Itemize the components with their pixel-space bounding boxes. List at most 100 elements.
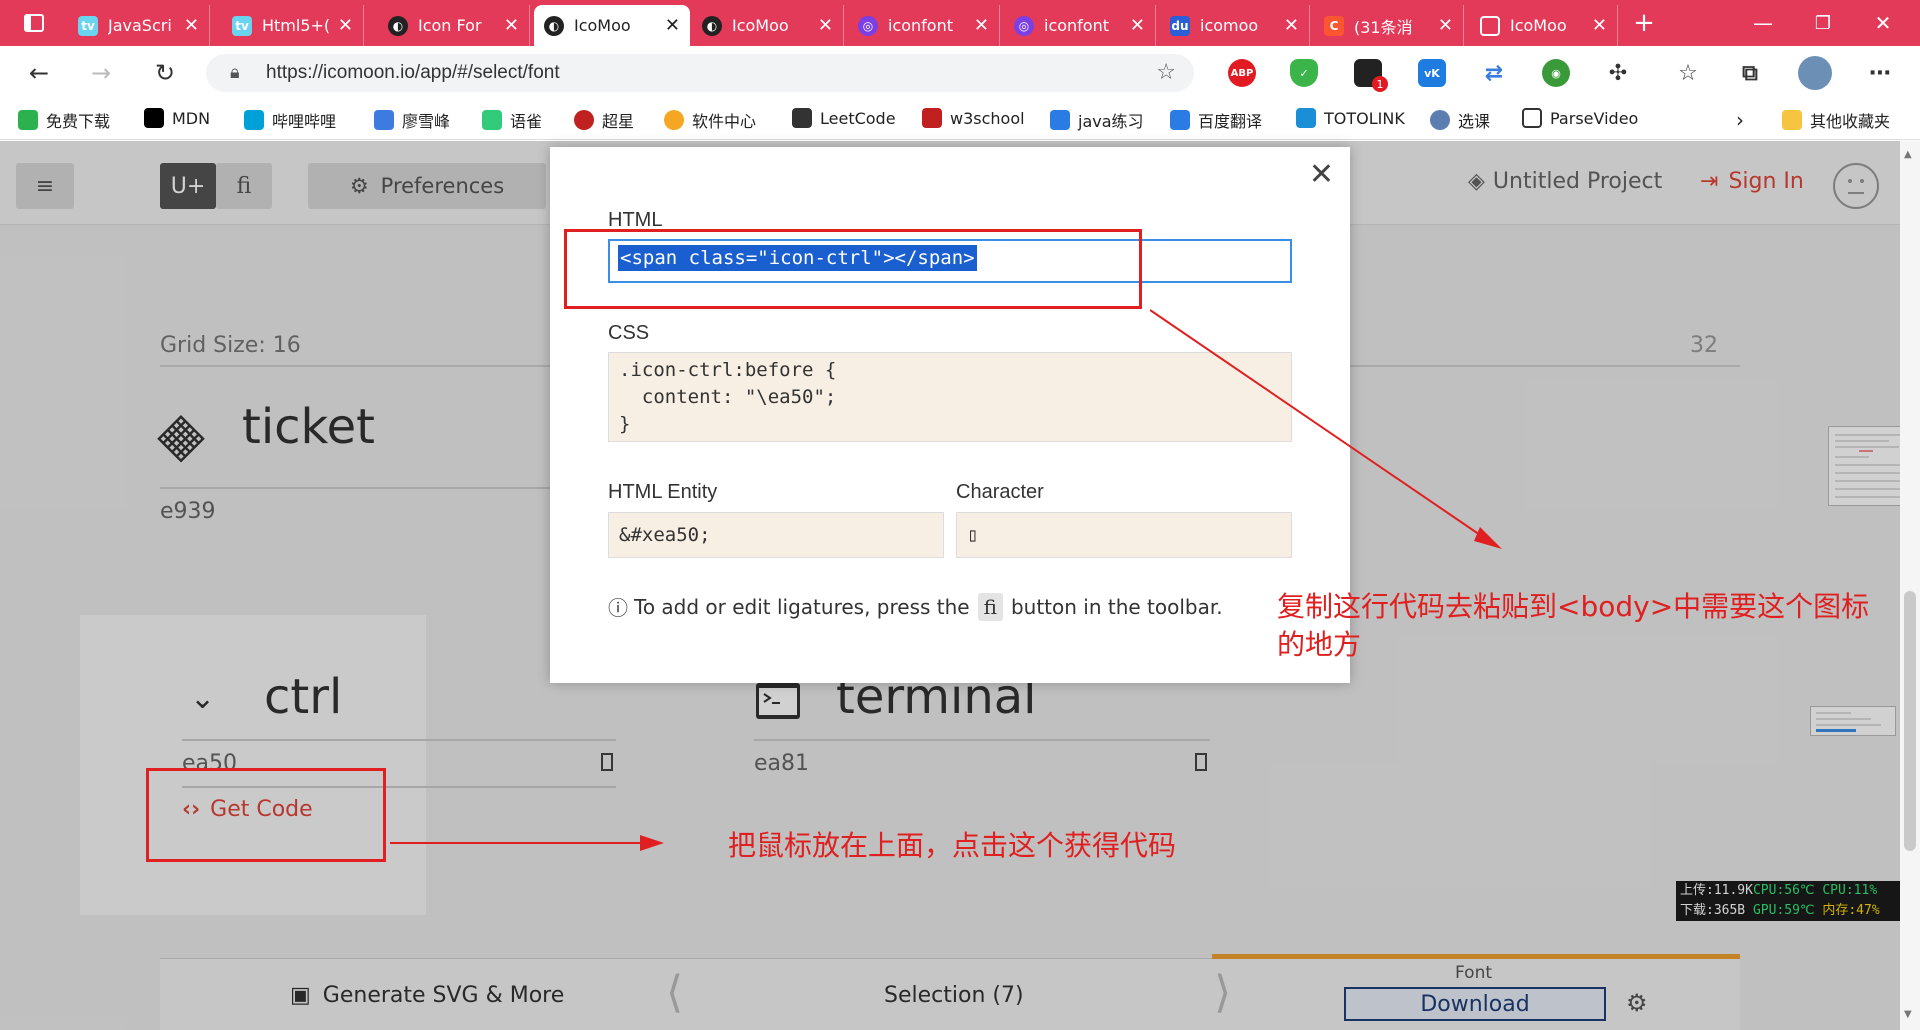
forward-icon[interactable]: → [84, 56, 118, 90]
reload-icon[interactable]: ↻ [148, 56, 182, 90]
close-tab-icon[interactable]: ✕ [1592, 15, 1607, 36]
ligature-key-icon: ﬁ [977, 592, 1003, 621]
tab-7[interactable]: du icomoo ✕ [1160, 5, 1310, 46]
page-icon [1522, 108, 1542, 128]
bookmark-icon [574, 110, 594, 130]
scrollbar-thumb[interactable] [1904, 591, 1916, 851]
close-tab-icon[interactable]: ✕ [1130, 15, 1145, 36]
ligature-hint-text: To add or edit ligatures, press the [634, 594, 970, 619]
new-tab-button[interactable]: + [1622, 0, 1666, 46]
bookmark-icon [144, 108, 164, 128]
tab-9[interactable]: IcoMoo ✕ [1470, 5, 1618, 46]
sync-extension-icon[interactable]: ⇄ [1480, 59, 1508, 87]
bookmark-9[interactable]: java练习 [1050, 108, 1144, 132]
page-scrollbar[interactable]: ▲ ▼ [1900, 141, 1920, 1030]
browser-tab-strip: tv JavaScri ✕ tv Html5+( ✕ ◐ Icon For ✕ … [0, 0, 1920, 46]
tab-title: icomoo [1200, 16, 1259, 35]
url-field[interactable]: 🔒︎ https://icomoon.io/app/#/select/font … [206, 54, 1194, 92]
lock-icon: 🔒︎ [230, 62, 240, 83]
bookmark-label: ParseVideo [1550, 108, 1639, 128]
collections-icon[interactable]: ⧉ [1736, 59, 1764, 87]
close-tab-icon[interactable]: ✕ [504, 15, 519, 36]
tab-title: IcoMoo [1510, 16, 1567, 35]
close-tab-icon[interactable]: ✕ [184, 15, 199, 36]
tab-1[interactable]: tv Html5+( ✕ [222, 5, 364, 46]
baidu-icon: du [1170, 15, 1190, 36]
tab-title: IcoMoo [574, 16, 631, 35]
csdn-icon: C [1324, 15, 1344, 36]
icomoon-icon: ◐ [544, 15, 564, 36]
annotation-hover-note: 把鼠标放在上面，点击这个获得代码 [728, 829, 1177, 862]
other-bookmarks[interactable]: 其他收藏夹 [1782, 108, 1890, 132]
tab-title: JavaScri [108, 16, 172, 35]
tab-6[interactable]: ◎ iconfont ✕ [1004, 5, 1156, 46]
bookmark-icon [792, 108, 812, 128]
adblock-icon[interactable]: ABP [1228, 59, 1256, 87]
bookmark-icon [244, 110, 264, 130]
bilibili-icon: tv [78, 15, 98, 36]
annotation-box-html-field [564, 229, 1142, 309]
bookmark-8[interactable]: w3school [922, 108, 1025, 128]
bookmarks-overflow-icon[interactable]: › [1736, 108, 1744, 132]
info-icon: ⓘ [608, 596, 628, 620]
bookmark-11[interactable]: TOTOLINK [1296, 108, 1405, 128]
tab-8[interactable]: C (31条消 ✕ [1314, 5, 1464, 46]
window-close-icon[interactable]: ✕ [1856, 0, 1910, 46]
bookmark-7[interactable]: LeetCode [792, 108, 896, 128]
bookmark-label: 免费下载 [46, 112, 111, 131]
bookmark-label: 百度翻译 [1198, 112, 1263, 131]
bookmark-0[interactable]: 免费下载 [18, 108, 110, 132]
bookmark-3[interactable]: 廖雪峰 [374, 108, 450, 132]
bookmark-label: LeetCode [820, 108, 896, 128]
ligature-hint: ⓘ To add or edit ligatures, press the ﬁ … [608, 592, 1223, 621]
bookmark-1[interactable]: MDN [144, 108, 210, 128]
close-tab-icon[interactable]: ✕ [1284, 15, 1299, 36]
address-bar: ← → ↻ 🔒︎ https://icomoon.io/app/#/select… [0, 46, 1920, 100]
html-entity-field[interactable]: &#xea50; [608, 512, 944, 558]
close-tab-icon[interactable]: ✕ [974, 15, 989, 36]
tab-0[interactable]: tv JavaScri ✕ [68, 5, 210, 46]
iconfont-icon: ◎ [1014, 15, 1034, 36]
bookmark-2[interactable]: 哔哩哔哩 [244, 108, 336, 132]
globe-extension-icon[interactable]: ◉ [1542, 59, 1570, 87]
tab-3-active[interactable]: ◐ IcoMoo ✕ [534, 5, 690, 46]
scroll-up-icon[interactable]: ▲ [1904, 149, 1912, 160]
more-menu-icon[interactable]: ⋯ [1866, 59, 1894, 87]
tab-2[interactable]: ◐ Icon For ✕ [378, 5, 530, 46]
tab-title: iconfont [888, 16, 954, 35]
shield-extension-icon[interactable]: ✓ [1290, 59, 1318, 87]
restore-icon[interactable]: ❐ [1796, 0, 1850, 46]
vk-extension-icon[interactable]: vK [1418, 59, 1446, 87]
bookmark-12[interactable]: 选课 [1430, 108, 1490, 132]
close-tab-icon[interactable]: ✕ [338, 15, 353, 36]
url-text: https://icomoon.io/app/#/select/font [266, 62, 560, 83]
bookmark-label: 语雀 [510, 112, 543, 131]
favorite-star-icon[interactable]: ☆ [1156, 60, 1176, 85]
bookmark-icon [922, 108, 942, 128]
close-tab-icon[interactable]: ✕ [818, 15, 833, 36]
scroll-down-icon[interactable]: ▼ [1904, 1009, 1912, 1020]
bookmark-icon [1430, 110, 1450, 130]
tab-5[interactable]: ◎ iconfont ✕ [848, 5, 1000, 46]
close-tab-icon[interactable]: ✕ [1438, 15, 1453, 36]
bookmark-13[interactable]: ParseVideo [1522, 108, 1638, 128]
tab-title: IcoMoo [732, 16, 789, 35]
minimize-icon[interactable]: — [1736, 0, 1790, 46]
bookmark-5[interactable]: 超星 [574, 108, 634, 132]
page-icon [1480, 15, 1500, 36]
profile-avatar[interactable] [1798, 56, 1832, 90]
close-tab-icon[interactable]: ✕ [665, 15, 680, 36]
puzzle-icon[interactable]: ✣ [1604, 59, 1632, 87]
other-bookmarks-label: 其他收藏夹 [1810, 112, 1891, 131]
bookmark-icon [374, 110, 394, 130]
bookmark-icon [18, 110, 38, 130]
back-icon[interactable]: ← [22, 56, 56, 90]
bookmark-6[interactable]: 软件中心 [664, 108, 756, 132]
close-modal-icon[interactable]: ✕ [1309, 157, 1334, 192]
bookmark-4[interactable]: 语雀 [482, 108, 542, 132]
bookmark-10[interactable]: 百度翻译 [1170, 108, 1262, 132]
tab-actions-icon[interactable] [14, 0, 54, 46]
favorites-list-icon[interactable]: ☆ [1674, 59, 1702, 87]
tab-4[interactable]: ◐ IcoMoo ✕ [692, 5, 844, 46]
css-label: CSS [608, 322, 650, 344]
